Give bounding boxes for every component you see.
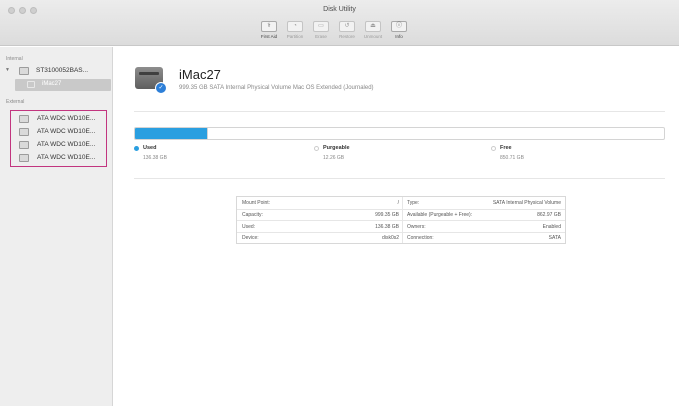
first-aid-label: First Aid bbox=[260, 34, 278, 39]
legend-purgeable: Purgeable 12.26 GB bbox=[314, 145, 350, 161]
first-aid-icon: ⚕ bbox=[261, 21, 277, 32]
sidebar: Internal ▼ ST3100052BAS... iMac27 Extern… bbox=[0, 47, 113, 406]
legend-free-value: 850.71 GB bbox=[500, 155, 524, 162]
volume-description: 999.35 GB SATA Internal Physical Volume … bbox=[179, 85, 374, 91]
info-value: Enabled bbox=[542, 223, 561, 230]
info-value: / bbox=[397, 199, 399, 206]
info-value: SATA Internal Physical Volume bbox=[492, 199, 561, 206]
info-value: disk0s2 bbox=[382, 235, 399, 241]
external-disk-label: ATA WDC WD10E... bbox=[37, 128, 96, 135]
erase-icon: ▭ bbox=[313, 21, 329, 32]
usage-bar bbox=[134, 127, 665, 140]
sidebar-item-external-disk[interactable]: ATA WDC WD10E... bbox=[11, 126, 106, 138]
legend-used-label: Used bbox=[143, 145, 157, 151]
info-row: Capacity: 999.35 GB Available (Purgeable… bbox=[237, 208, 565, 220]
divider bbox=[134, 111, 665, 112]
unmount-label: Unmount bbox=[363, 34, 383, 39]
info-row: Device: disk0s2 Connection: SATA bbox=[237, 231, 565, 243]
purgeable-dot-icon bbox=[314, 145, 319, 151]
external-disk-label: ATA WDC WD10E... bbox=[37, 115, 96, 122]
info-label: Connection: bbox=[407, 235, 434, 241]
external-disks-highlight: ATA WDC WD10E... ATA WDC WD10E... ATA WD… bbox=[10, 110, 107, 167]
info-value: SATA bbox=[548, 235, 561, 241]
partition-label: Partition bbox=[286, 34, 304, 39]
info-label: Used: bbox=[242, 223, 256, 230]
hard-disk-icon bbox=[19, 67, 29, 75]
info-value: 862.97 GB bbox=[537, 212, 561, 218]
info-button[interactable]: ⓘ Info bbox=[387, 21, 411, 43]
info-label: Available (Purgeable + Free): bbox=[407, 212, 473, 218]
legend-used-value: 136.38 GB bbox=[143, 155, 167, 162]
restore-label: Restore bbox=[339, 34, 355, 39]
info-label: Type: bbox=[407, 199, 420, 206]
usage-bar-purgeable-segment bbox=[207, 128, 214, 139]
legend-free-label: Free bbox=[500, 145, 512, 151]
sidebar-item-external-disk[interactable]: ATA WDC WD10E... bbox=[11, 113, 106, 125]
external-section-label: External bbox=[6, 99, 25, 105]
used-dot-icon bbox=[134, 145, 139, 151]
internal-section-label: Internal bbox=[6, 56, 23, 62]
volume-icon bbox=[27, 81, 35, 88]
info-label: Info bbox=[395, 34, 403, 39]
info-icon: ⓘ bbox=[391, 21, 407, 32]
main-panel: ✓ iMac27 999.35 GB SATA Internal Physica… bbox=[114, 47, 679, 406]
legend-purgeable-label: Purgeable bbox=[323, 145, 350, 151]
volume-name: iMac27 bbox=[179, 67, 221, 82]
legend-used: Used 136.38 GB bbox=[134, 145, 167, 161]
divider bbox=[134, 178, 665, 179]
sidebar-item-external-disk[interactable]: ATA WDC WD10E... bbox=[11, 152, 106, 164]
sidebar-item-external-disk[interactable]: ATA WDC WD10E... bbox=[11, 139, 106, 151]
external-disk-icon bbox=[19, 128, 29, 136]
title-bar: Disk Utility ⚕ First Aid ◔ Partition ▭ E… bbox=[0, 0, 679, 46]
info-value: 999.35 GB bbox=[375, 212, 399, 218]
external-disk-label: ATA WDC WD10E... bbox=[37, 141, 96, 148]
external-disk-label: ATA WDC WD10E... bbox=[37, 154, 96, 161]
erase-button[interactable]: ▭ Erase bbox=[309, 21, 333, 43]
info-table: Mount Point: / Type: SATA Internal Physi… bbox=[236, 196, 566, 244]
partition-icon: ◔ bbox=[287, 21, 303, 32]
external-disk-icon bbox=[19, 115, 29, 123]
first-aid-button[interactable]: ⚕ First Aid bbox=[257, 21, 281, 43]
info-label: Capacity: bbox=[242, 212, 263, 218]
info-label: Owners: bbox=[407, 223, 426, 230]
info-label: Mount Point: bbox=[242, 199, 271, 206]
unmount-button[interactable]: ⏏ Unmount bbox=[361, 21, 385, 43]
info-row: Used: 136.38 GB Owners: Enabled bbox=[237, 220, 565, 232]
window-title: Disk Utility bbox=[323, 6, 356, 13]
disk-utility-window: Disk Utility ⚕ First Aid ◔ Partition ▭ E… bbox=[0, 0, 679, 406]
sidebar-item-volume-imac27[interactable]: iMac27 bbox=[15, 79, 111, 91]
external-disk-icon bbox=[19, 154, 29, 162]
restore-button[interactable]: ↺ Restore bbox=[335, 21, 359, 43]
sidebar-item-internal-disk[interactable]: ▼ ST3100052BAS... bbox=[0, 64, 112, 78]
internal-drive-icon: ✓ bbox=[135, 65, 167, 94]
usage-bar-used-segment bbox=[135, 128, 208, 139]
volume-label: iMac27 bbox=[42, 81, 62, 87]
disclosure-triangle-icon[interactable]: ▼ bbox=[5, 67, 10, 73]
unmount-icon: ⏏ bbox=[365, 21, 381, 32]
legend-purgeable-value: 12.26 GB bbox=[323, 155, 345, 162]
external-disk-icon bbox=[19, 141, 29, 149]
info-label: Device: bbox=[242, 235, 259, 241]
legend-free: Free 850.71 GB bbox=[491, 145, 524, 161]
info-value: 136.38 GB bbox=[375, 223, 399, 230]
free-dot-icon bbox=[491, 145, 496, 151]
internal-disk-label: ST3100052BAS... bbox=[36, 67, 89, 74]
erase-label: Erase bbox=[315, 34, 327, 39]
partition-button[interactable]: ◔ Partition bbox=[283, 21, 307, 43]
restore-icon: ↺ bbox=[339, 21, 355, 32]
info-row: Mount Point: / Type: SATA Internal Physi… bbox=[237, 197, 565, 209]
